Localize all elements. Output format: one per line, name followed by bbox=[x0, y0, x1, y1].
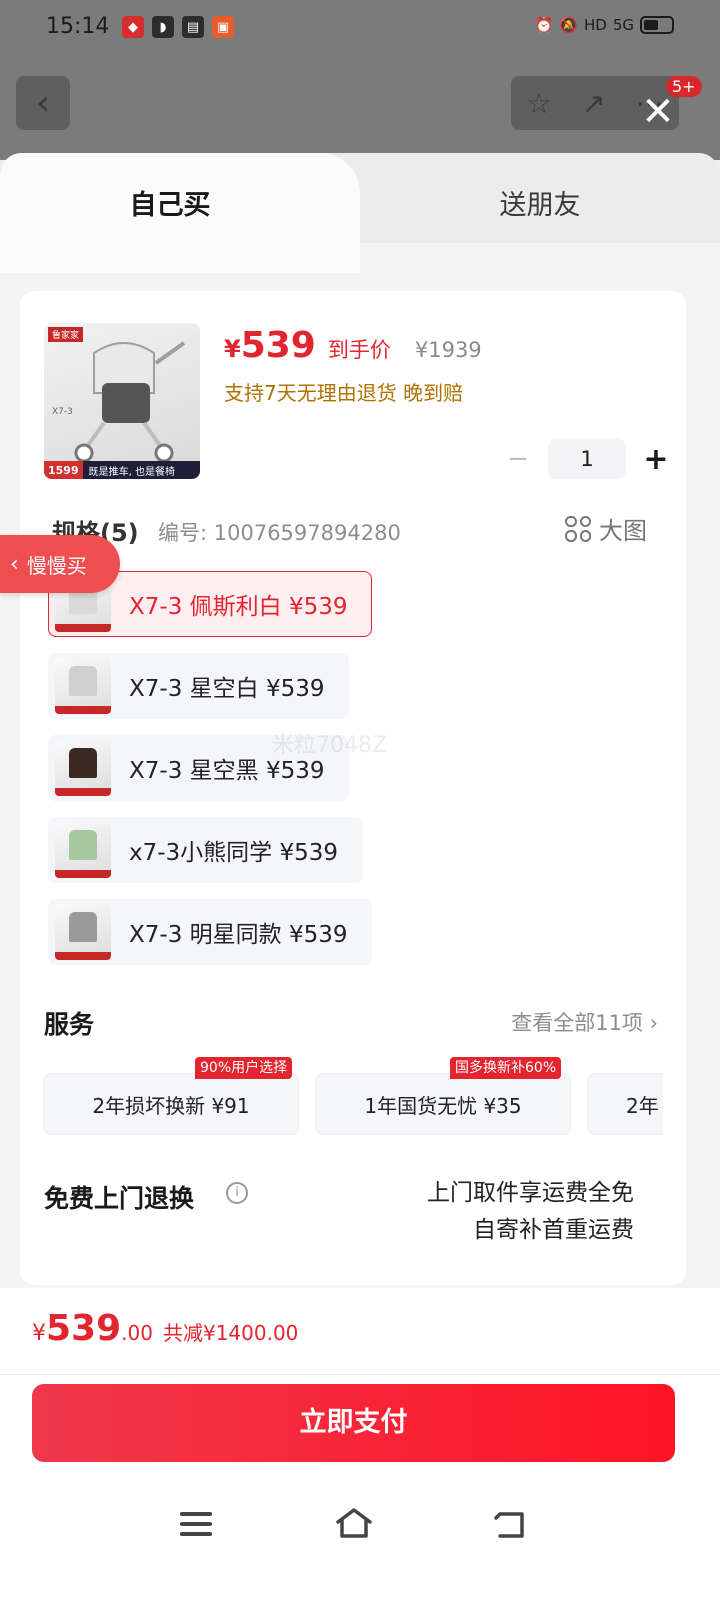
variant-stroller-icon bbox=[69, 666, 97, 696]
tab-bar: 自己买 送朋友 bbox=[0, 153, 720, 273]
product-card: 鲁家家 X7-3 1599 既是推车, 也是餐椅 ¥ 539 到手价 ¥1939… bbox=[20, 291, 686, 1285]
product-image-slogan: 既是推车, 也是餐椅 bbox=[88, 466, 175, 478]
alarm-icon: ⏰ bbox=[534, 16, 554, 34]
total-decimal: .00 bbox=[121, 1321, 153, 1345]
info-icon[interactable]: i bbox=[226, 1182, 248, 1204]
stroller-icon bbox=[74, 341, 186, 463]
total-discount: 共减¥1400.00 bbox=[162, 1321, 299, 1345]
signal-icon: 5G bbox=[612, 16, 634, 34]
variant-thumbnail bbox=[55, 822, 111, 878]
variant-thumbnail bbox=[55, 740, 111, 796]
quantity-input[interactable]: 1 bbox=[548, 439, 626, 479]
variant-option[interactable]: X7-3 星空白 ¥539 bbox=[48, 653, 350, 719]
variant-option[interactable]: x7-3小熊同学 ¥539 bbox=[48, 817, 364, 883]
back-button: ‹ bbox=[16, 76, 70, 130]
product-image-banner: 1599 既是推车, 也是餐椅 bbox=[44, 461, 200, 479]
total-price: ¥ 539 .00 共减¥1400.00 bbox=[32, 1308, 298, 1349]
original-price: ¥1939 bbox=[414, 338, 482, 362]
card-icon: ▤ bbox=[182, 16, 204, 38]
status-time: 15:14 bbox=[46, 14, 110, 39]
service-label: 2年 bbox=[626, 1093, 659, 1118]
slow-buy-label: 慢慢买 bbox=[26, 553, 87, 578]
variant-thumbnail bbox=[55, 658, 111, 714]
big-image-button[interactable]: 大图 bbox=[565, 511, 647, 546]
service-badge: 90%用户选择 bbox=[195, 1057, 293, 1079]
home-icon[interactable] bbox=[334, 1506, 374, 1540]
system-nav-bar bbox=[0, 1498, 720, 1558]
variant-label: x7-3小熊同学 ¥539 bbox=[129, 840, 339, 866]
hd-icon: HD bbox=[583, 16, 607, 34]
service-label: 2年损坏换新 ¥91 bbox=[92, 1093, 250, 1118]
status-bar: 15:14 ◆ ◗ ▤ ▣ ⏰ 🔕 HD 5G bbox=[0, 0, 720, 56]
free-return-desc: 上门取件享运费全免 自寄补首重运费 bbox=[427, 1175, 634, 1249]
variant-stroller-icon bbox=[69, 912, 97, 942]
return-promise: 支持7天无理由退货 晚到赔 bbox=[224, 381, 464, 405]
quantity-stepper: − 1 + bbox=[500, 439, 674, 479]
variant-label: X7-3 佩斯利白 ¥539 bbox=[129, 594, 348, 620]
service-list: 2年损坏换新 ¥91 1年国货无忧 ¥35 2年 bbox=[43, 1073, 663, 1137]
variant-label: X7-3 星空白 ¥539 bbox=[129, 676, 325, 702]
variant-thumbnail bbox=[55, 904, 111, 960]
app-notification-icon: ◆ bbox=[122, 16, 144, 38]
status-app-icons: ◆ ◗ ▤ ▣ bbox=[122, 16, 234, 38]
tab-self[interactable]: 自己买 bbox=[0, 183, 340, 222]
service-label: 1年国货无忧 ¥35 bbox=[364, 1093, 522, 1118]
variant-stroller-icon bbox=[69, 748, 97, 778]
variant-stroller-icon bbox=[69, 830, 97, 860]
app-icon: ▣ bbox=[212, 16, 234, 38]
service-option[interactable]: 1年国货无忧 ¥35 bbox=[315, 1073, 571, 1135]
free-return-line: 上门取件享运费全免 bbox=[427, 1180, 634, 1206]
spec-code: 编号: 10076597894280 bbox=[158, 521, 401, 545]
variant-option[interactable]: X7-3 明星同款 ¥539 bbox=[48, 899, 373, 965]
back-icon[interactable] bbox=[494, 1510, 528, 1540]
tab-friend[interactable]: 送朋友 bbox=[360, 183, 720, 222]
menu-icon[interactable] bbox=[180, 1512, 212, 1536]
price-currency: ¥ bbox=[224, 335, 241, 363]
battery-icon bbox=[640, 16, 674, 34]
price-value: 539 bbox=[240, 325, 316, 366]
product-image-model: X7-3 bbox=[52, 407, 73, 417]
grid-icon bbox=[565, 515, 591, 542]
service-title: 服务 bbox=[44, 1010, 95, 1039]
close-icon[interactable]: ✕ bbox=[638, 92, 678, 132]
star-icon: ☆ bbox=[526, 86, 552, 120]
service-option[interactable]: 2年损坏换新 ¥91 bbox=[43, 1073, 299, 1135]
free-return-title: 免费上门退换 bbox=[44, 1184, 195, 1213]
watermark: 米粒7048Z bbox=[272, 733, 388, 758]
product-image-price: 1599 bbox=[44, 461, 83, 479]
price-row: ¥ 539 到手价 ¥1939 bbox=[224, 325, 482, 366]
quantity-minus-button[interactable]: − bbox=[500, 444, 536, 474]
leaf-icon: ◗ bbox=[152, 16, 174, 38]
chevron-left-icon: ‹ bbox=[10, 551, 19, 577]
divider bbox=[0, 1374, 720, 1375]
slow-buy-button[interactable]: ‹ 慢慢买 bbox=[0, 535, 120, 593]
total-currency: ¥ bbox=[32, 1321, 46, 1346]
share-icon: ↗ bbox=[581, 86, 606, 120]
service-option[interactable]: 2年 bbox=[587, 1073, 663, 1135]
big-image-label: 大图 bbox=[599, 517, 647, 545]
product-image[interactable]: 鲁家家 X7-3 1599 既是推车, 也是餐椅 bbox=[44, 323, 200, 479]
quantity-plus-button[interactable]: + bbox=[638, 442, 674, 477]
variant-label: X7-3 明星同款 ¥539 bbox=[129, 922, 348, 948]
status-right: ⏰ 🔕 HD 5G bbox=[535, 16, 674, 34]
price-tag: 到手价 bbox=[327, 338, 391, 362]
service-more-link[interactable]: 查看全部11项 › bbox=[511, 1007, 658, 1037]
total-integer: 539 bbox=[46, 1308, 122, 1349]
free-return-line: 自寄补首重运费 bbox=[473, 1217, 634, 1243]
service-badge: 国多换新补60% bbox=[450, 1057, 562, 1079]
pay-now-button[interactable]: 立即支付 bbox=[32, 1384, 675, 1462]
mute-icon: 🔕 bbox=[559, 16, 578, 34]
checkout-bar: ¥ 539 .00 共减¥1400.00 立即支付 bbox=[0, 1288, 720, 1600]
